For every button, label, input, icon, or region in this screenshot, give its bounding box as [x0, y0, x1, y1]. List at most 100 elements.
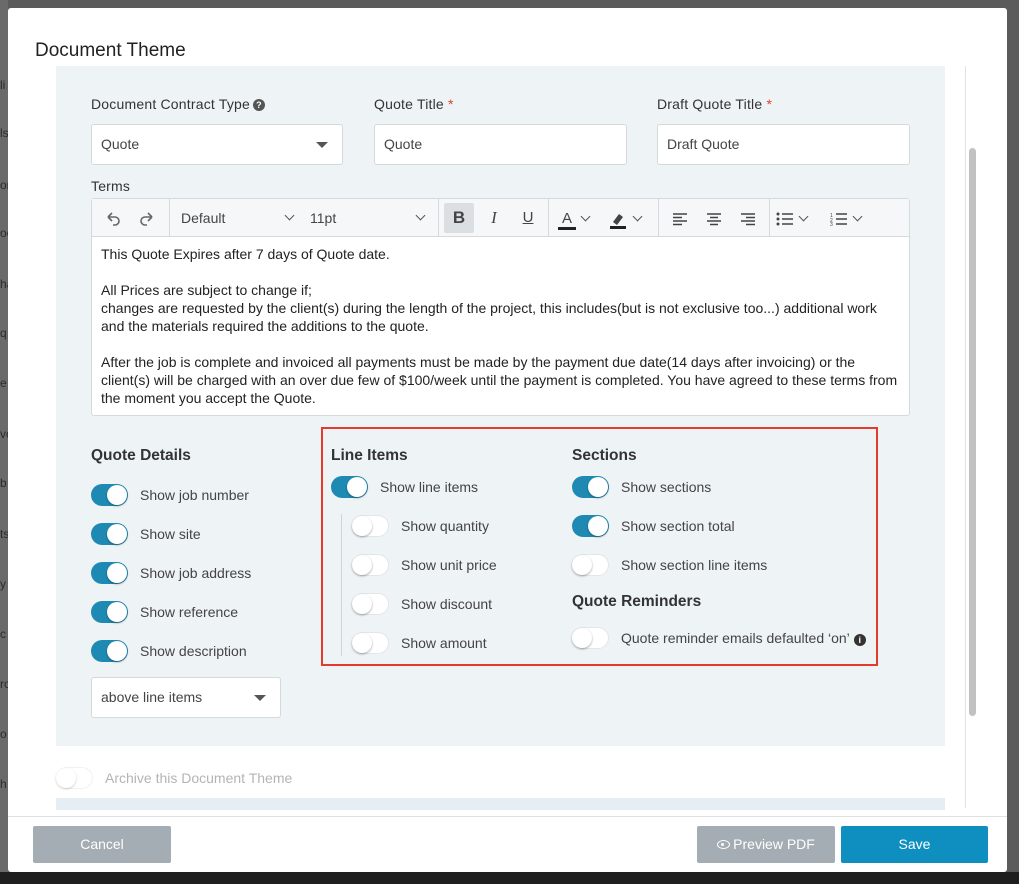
- toggle-show-reference[interactable]: Show reference: [91, 600, 238, 624]
- highlight-color-icon[interactable]: [608, 199, 654, 237]
- toolbar-divider: [438, 199, 439, 237]
- save-button[interactable]: Save: [841, 826, 988, 863]
- toggle-archive-theme[interactable]: Archive this Document Theme: [56, 766, 292, 790]
- toggle-label: Show section line items: [621, 557, 768, 573]
- toggle-switch[interactable]: [352, 632, 389, 654]
- numbered-list-icon[interactable]: 123: [830, 199, 880, 237]
- toggle-label: Show line items: [380, 479, 479, 495]
- next-section-strip: [56, 798, 945, 810]
- bullet-list-icon[interactable]: [776, 199, 826, 237]
- line-items-title: Line Items: [331, 447, 408, 464]
- scrollbar-thumb[interactable]: [969, 148, 976, 716]
- align-right-icon[interactable]: [734, 199, 762, 237]
- toggle-label: Show discount: [401, 596, 493, 612]
- terms-editor[interactable]: Default 11pt B I U A 1 2 3 This Quote Ex…: [91, 198, 910, 416]
- background-text: oc: [0, 226, 8, 240]
- quote-title-label: Quote Title *: [374, 96, 454, 112]
- undo-icon[interactable]: [100, 199, 126, 237]
- caret-down-icon: [254, 695, 266, 701]
- redo-icon[interactable]: [134, 199, 160, 237]
- toggle-switch[interactable]: [91, 562, 128, 584]
- toggle-show-sections[interactable]: Show sections: [572, 475, 711, 499]
- toggle-label: Show site: [140, 526, 201, 542]
- help-icon[interactable]: ?: [253, 99, 265, 111]
- toggle-show-quantity[interactable]: Show quantity: [352, 514, 489, 538]
- toggle-switch[interactable]: [572, 515, 609, 537]
- toggle-switch[interactable]: [572, 476, 609, 498]
- chevron-down-icon: [415, 210, 426, 221]
- toggle-show-job-address[interactable]: Show job address: [91, 561, 251, 585]
- contract-type-value: Quote: [101, 136, 140, 152]
- toggle-label-text: Quote reminder emails defaulted ‘on’: [621, 630, 850, 646]
- bold-icon[interactable]: B: [444, 203, 474, 233]
- contract-type-label-text: Document Contract Type: [91, 96, 250, 112]
- preview-pdf-button[interactable]: Preview PDF: [697, 826, 835, 863]
- toolbar-divider: [548, 199, 549, 237]
- toggle-show-line-items[interactable]: Show line items: [331, 475, 478, 499]
- font-size-select[interactable]: 11pt: [310, 199, 430, 237]
- toggle-switch[interactable]: [352, 554, 389, 576]
- toggle-switch[interactable]: [331, 476, 368, 498]
- description-position-select[interactable]: above line items: [91, 677, 281, 718]
- toggle-label: Show amount: [401, 635, 487, 651]
- cancel-button[interactable]: Cancel: [33, 826, 171, 863]
- chevron-down-icon: [284, 210, 295, 221]
- toggle-show-description[interactable]: Show description: [91, 639, 247, 663]
- toggle-show-discount[interactable]: Show discount: [352, 592, 492, 616]
- terms-paragraph: changes are requested by the client(s) d…: [101, 300, 877, 334]
- font-color-icon[interactable]: A: [558, 199, 602, 237]
- background-text: y: [0, 577, 6, 591]
- background-text: vo: [0, 427, 8, 441]
- terms-content[interactable]: This Quote Expires after 7 days of Quote…: [101, 245, 901, 407]
- toggle-quote-reminder-emails[interactable]: Quote reminder emails defaulted ‘on’ i: [572, 626, 866, 650]
- description-position-value: above line items: [101, 689, 203, 705]
- marker-icon: [610, 214, 626, 230]
- quote-reminders-title: Quote Reminders: [572, 593, 702, 610]
- background-text: li: [0, 78, 6, 92]
- quote-title-label-text: Quote Title: [374, 96, 444, 112]
- toggle-label: Show job address: [140, 565, 252, 581]
- preview-pdf-label: Preview PDF: [733, 836, 815, 852]
- toggle-label: Show unit price: [401, 557, 497, 573]
- info-icon[interactable]: i: [853, 634, 866, 646]
- toggle-show-amount[interactable]: Show amount: [352, 631, 487, 655]
- toggle-switch[interactable]: [572, 627, 609, 649]
- underline-icon[interactable]: U: [514, 199, 542, 237]
- toggle-switch[interactable]: [56, 767, 93, 789]
- background-text: o: [0, 727, 7, 741]
- draft-title-input[interactable]: Draft Quote: [657, 124, 910, 165]
- italic-icon[interactable]: I: [480, 199, 508, 237]
- align-center-icon[interactable]: [700, 199, 728, 237]
- contract-type-label: Document Contract Type?: [91, 96, 265, 112]
- eye-icon: [717, 840, 731, 849]
- toggle-switch[interactable]: [352, 593, 389, 615]
- toggle-show-section-total[interactable]: Show section total: [572, 514, 735, 538]
- terms-paragraph: After the job is complete and invoiced a…: [101, 354, 898, 406]
- chevron-down-icon: [852, 211, 863, 222]
- toggle-switch[interactable]: [352, 515, 389, 537]
- chevron-down-icon: [798, 211, 809, 222]
- toggle-switch[interactable]: [91, 640, 128, 662]
- toggle-switch[interactable]: [91, 484, 128, 506]
- background-footer: [0, 872, 1019, 884]
- toggle-show-section-line-items[interactable]: Show section line items: [572, 553, 767, 577]
- background-page: li ls on oc ha q e vo b ts y c rc o h: [0, 0, 8, 884]
- contract-type-select[interactable]: Quote: [91, 124, 343, 165]
- align-left-icon[interactable]: [666, 199, 694, 237]
- font-family-select[interactable]: Default: [181, 199, 299, 237]
- quote-title-input[interactable]: Quote: [374, 124, 627, 165]
- svg-text:3: 3: [830, 222, 833, 226]
- toggle-switch[interactable]: [572, 554, 609, 576]
- toggle-show-unit-price[interactable]: Show unit price: [352, 553, 497, 577]
- terms-paragraph: All Prices are subject to change if;: [101, 282, 312, 298]
- toggle-show-job-number[interactable]: Show job number: [91, 483, 249, 507]
- required-mark: *: [766, 96, 773, 112]
- toolbar-divider: [658, 199, 659, 237]
- chevron-down-icon: [580, 211, 591, 222]
- background-text: ts: [0, 527, 8, 541]
- font-family-value: Default: [181, 210, 226, 226]
- background-text: on: [0, 178, 8, 192]
- toggle-switch[interactable]: [91, 523, 128, 545]
- toggle-switch[interactable]: [91, 601, 128, 623]
- toggle-show-site[interactable]: Show site: [91, 522, 201, 546]
